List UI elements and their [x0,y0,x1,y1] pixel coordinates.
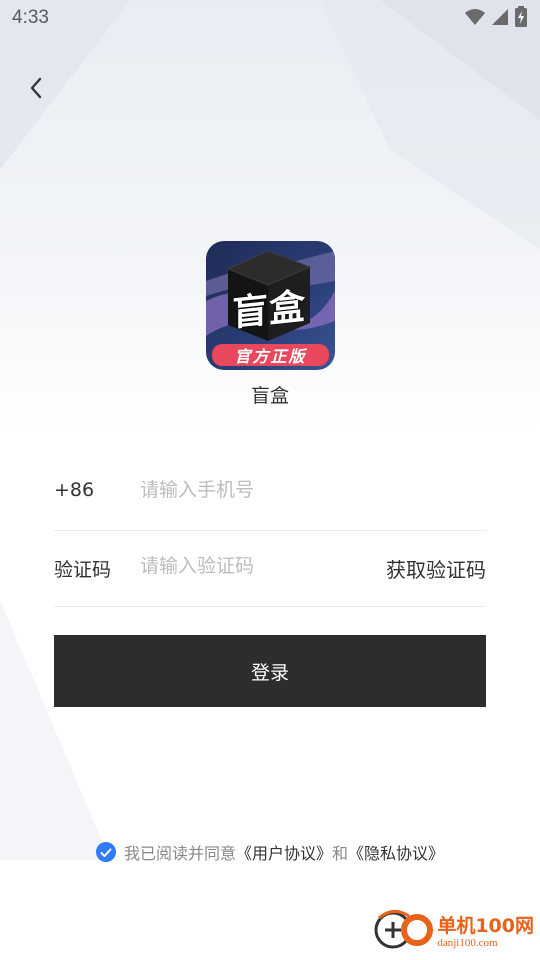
logo-badge-text: 官方正版 [234,347,307,366]
app-name: 盲盒 [250,385,289,407]
agreement-checkbox[interactable] [95,842,116,862]
logo-badge: 官方正版 [212,344,329,366]
wifi-icon [464,7,486,31]
phone-row: +86 [54,454,486,531]
login-button[interactable]: 登录 [54,635,486,707]
verification-code-input[interactable] [140,548,370,584]
agreement-and: 和 [332,844,349,863]
phone-input[interactable] [140,472,370,508]
watermark-url: danji100.com [437,936,498,949]
watermark-logo-icon [373,908,435,956]
watermark-site-name: 单机100网 [437,914,534,937]
app-logo: 盲盒 官方正版 [206,241,335,370]
agreement-row: 我已阅读并同意 《用户协议》 和 《隐私协议》 [0,840,540,864]
back-button[interactable] [20,74,52,106]
logo-main-text: 盲盒 [232,286,307,335]
user-agreement-link[interactable]: 《用户协议》 [236,840,332,864]
status-bar: 4:33 [0,0,540,36]
check-icon [100,843,112,862]
signal-icon [490,7,510,31]
country-code-label[interactable]: +86 [54,479,94,501]
status-icons [464,6,528,32]
privacy-agreement-link[interactable]: 《隐私协议》 [348,840,444,864]
get-code-button[interactable]: 获取验证码 [386,554,486,583]
agreement-prefix: 我已阅读并同意 [123,844,236,863]
status-time: 4:33 [12,7,49,28]
chevron-left-icon [28,76,44,104]
battery-charging-icon [514,6,528,32]
verification-code-label: 验证码 [54,559,112,581]
watermark: 单机100网 danji100.com [373,908,534,956]
verification-code-row: 验证码 获取验证码 [54,530,486,607]
